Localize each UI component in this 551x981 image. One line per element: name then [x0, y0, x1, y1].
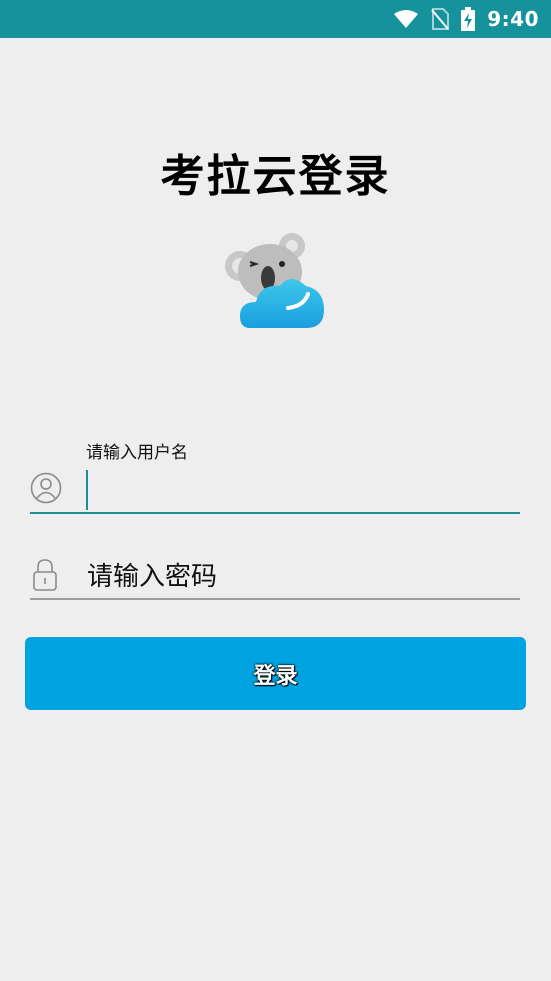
login-button[interactable]: 登录	[25, 637, 526, 710]
username-input[interactable]	[90, 470, 514, 512]
status-bar: 9:40	[0, 0, 551, 38]
lock-icon	[32, 558, 58, 596]
password-input[interactable]: 请输入密码	[87, 556, 217, 593]
battery-charging-icon	[461, 7, 476, 31]
text-cursor	[86, 470, 88, 510]
status-icons: 9:40	[393, 0, 539, 38]
username-field[interactable]	[30, 462, 520, 514]
page-title: 考拉云登录	[160, 151, 391, 202]
koala-cloud-logo	[220, 228, 330, 334]
password-underline	[30, 598, 520, 600]
password-field[interactable]: 请输入密码	[30, 552, 520, 600]
user-icon	[30, 472, 62, 508]
no-sim-icon	[431, 8, 450, 30]
username-underline	[30, 512, 520, 514]
status-time: 9:40	[487, 7, 539, 31]
username-label: 请输入用户名	[86, 443, 188, 463]
wifi-icon	[393, 9, 419, 29]
